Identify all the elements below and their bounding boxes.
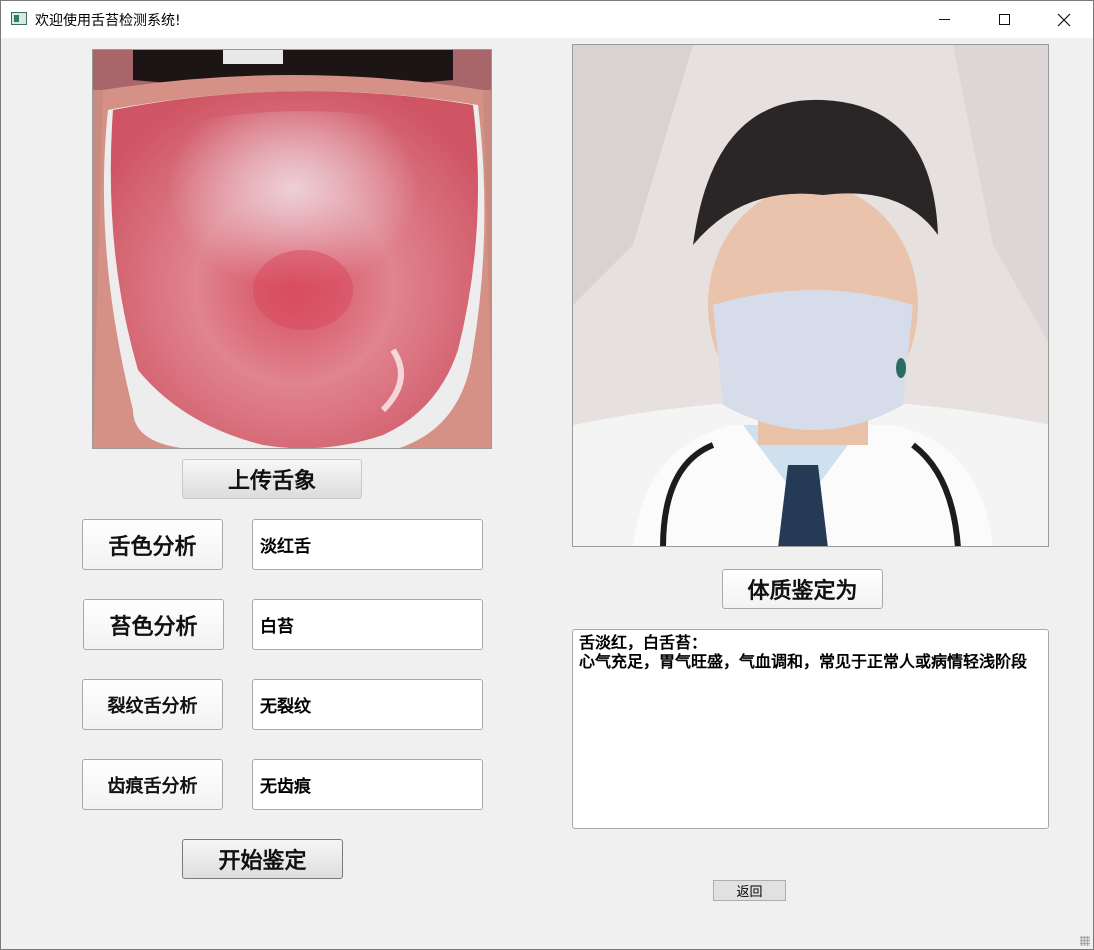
main-window: 欢迎使用舌苔检测系统! 上传舌象 舌色分析 淡红舌 苔色分析 白苔 裂纹舌分析 …	[0, 0, 1094, 950]
coating-color-analysis-button[interactable]: 苔色分析	[83, 599, 224, 650]
maximize-button[interactable]	[975, 1, 1033, 38]
close-icon	[1057, 13, 1071, 26]
tongue-image	[92, 49, 492, 449]
constitution-label-button[interactable]: 体质鉴定为	[722, 569, 883, 609]
close-button[interactable]	[1035, 1, 1093, 38]
coating-color-result-field[interactable]: 白苔	[252, 599, 483, 650]
tongue-color-result-field[interactable]: 淡红舌	[252, 519, 483, 570]
back-button[interactable]: 返回	[713, 880, 786, 901]
constitution-result-text[interactable]: 舌淡红，白舌苔： 心气充足，胃气旺盛，气血调和，常见于正常人或病情轻浅阶段	[572, 629, 1049, 829]
minimize-icon	[938, 19, 950, 20]
start-identification-button[interactable]: 开始鉴定	[182, 839, 343, 879]
crack-analysis-button[interactable]: 裂纹舌分析	[82, 679, 223, 730]
maximize-icon	[998, 14, 1010, 25]
upload-tongue-button[interactable]: 上传舌象	[182, 459, 362, 499]
app-window-icon	[11, 12, 27, 25]
title-bar[interactable]: 欢迎使用舌苔检测系统!	[1, 1, 1093, 38]
doctor-image	[572, 44, 1049, 547]
tongue-color-analysis-button[interactable]: 舌色分析	[82, 519, 223, 570]
resize-grip-icon[interactable]	[1080, 936, 1090, 946]
crack-result-field[interactable]: 无裂纹	[252, 679, 483, 730]
tooth-mark-analysis-button[interactable]: 齿痕舌分析	[82, 759, 223, 810]
window-title: 欢迎使用舌苔检测系统!	[35, 13, 181, 29]
tooth-mark-result-field[interactable]: 无齿痕	[252, 759, 483, 810]
minimize-button[interactable]	[915, 1, 973, 38]
